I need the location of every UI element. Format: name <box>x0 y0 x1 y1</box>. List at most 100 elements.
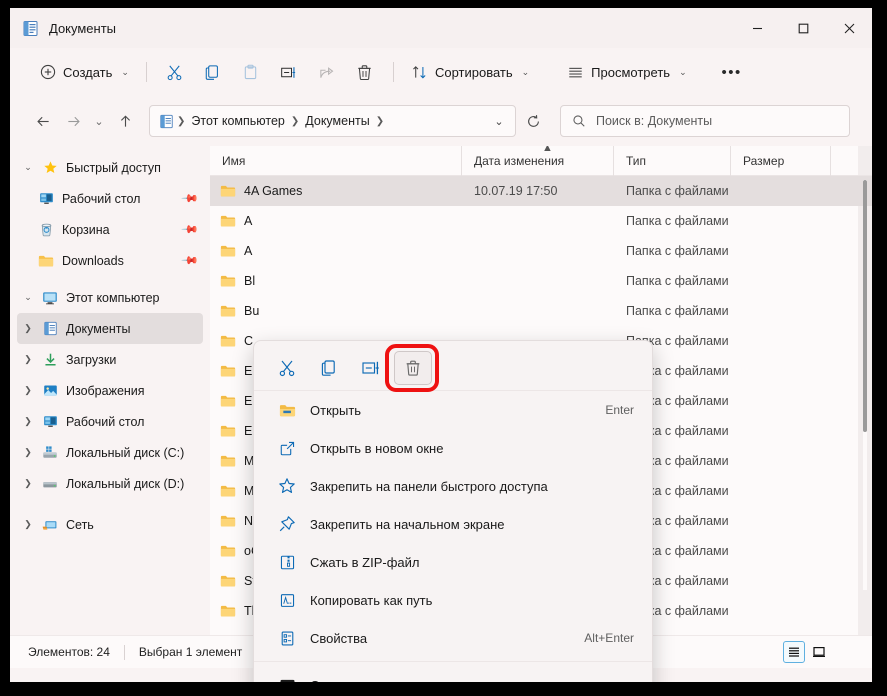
file-name: 4A Games <box>244 184 303 198</box>
sidebar-group-network[interactable]: ❯ Сеть <box>17 509 203 540</box>
rename-button[interactable] <box>270 56 308 88</box>
context-cut-button[interactable] <box>268 351 306 385</box>
context-menu-item[interactable]: Сжать в ZIP-файл <box>258 543 648 581</box>
folder-icon <box>220 363 236 379</box>
chevron-right-icon[interactable]: ❯ <box>17 385 39 396</box>
paste-button[interactable] <box>232 56 270 88</box>
table-row[interactable]: Bl Папка с файлами <box>210 266 872 296</box>
column-header-type[interactable]: Тип <box>614 146 731 176</box>
sidebar-group-quick-access[interactable]: ⌄ Быстрый доступ <box>17 152 203 183</box>
context-menu-item[interactable]: Открыть в новом окне <box>258 429 648 467</box>
sidebar-group-this-pc[interactable]: ⌄ Этот компьютер <box>17 282 203 313</box>
delete-button[interactable] <box>346 56 384 88</box>
chevron-down-icon[interactable]: ⌄ <box>17 292 39 303</box>
breadcrumb-separator: ❯ <box>375 115 385 127</box>
sidebar-item-local-disk-c[interactable]: ❯ Локальный диск (C:) <box>17 437 203 468</box>
address-dropdown-button[interactable]: ⌄ <box>487 108 511 134</box>
sidebar-item-downloads-pinned[interactable]: Downloads 📌 <box>17 245 203 276</box>
sidebar-item-downloads[interactable]: ❯ Загрузки <box>17 344 203 375</box>
cell-type: Папка с файлами <box>626 184 729 198</box>
chevron-right-icon[interactable]: ❯ <box>17 519 39 530</box>
title-bar: Документы <box>10 8 872 48</box>
file-name: N <box>244 514 254 528</box>
up-button[interactable] <box>110 106 140 136</box>
breadcrumb-this-pc[interactable]: Этот компьютер <box>188 114 287 128</box>
file-name: Bu <box>244 304 260 318</box>
column-header-date[interactable]: Дата изменения <box>462 146 614 176</box>
breadcrumb-documents[interactable]: Документы <box>302 114 372 128</box>
minimize-button[interactable] <box>734 8 780 48</box>
maximize-button[interactable] <box>780 8 826 48</box>
context-menu-item[interactable]: Свойства Alt+Enter <box>258 619 648 657</box>
view-button[interactable]: Просмотреть ⌄ <box>559 56 694 88</box>
cut-button[interactable] <box>156 56 194 88</box>
main-body: ⌄ Быстрый доступ Рабочий стол 📌 Корзина … <box>10 146 872 682</box>
more-options-button[interactable]: ••• <box>713 56 751 88</box>
sidebar-item-pictures[interactable]: ❯ Изображения <box>17 375 203 406</box>
bezel-left <box>0 0 10 696</box>
refresh-button[interactable] <box>518 106 548 136</box>
context-copy-button[interactable] <box>310 351 348 385</box>
breadcrumb-separator: ❯ <box>290 115 300 127</box>
context-menu-item[interactable]: Открыть в терминале <box>258 666 648 682</box>
pictures-icon <box>39 383 61 398</box>
column-headers: Имя Дата изменения Тип Размер ▲ <box>210 146 872 176</box>
terminal-icon <box>276 677 298 682</box>
documents-icon <box>39 321 61 336</box>
chevron-right-icon[interactable]: ❯ <box>17 416 39 427</box>
table-row[interactable]: 4A Games 10.07.19 17:50 Папка с файлами <box>210 176 872 206</box>
sort-button[interactable]: Сортировать ⌄ <box>403 56 537 88</box>
large-icons-view-button[interactable] <box>808 641 830 663</box>
chevron-right-icon[interactable]: ❯ <box>17 478 39 489</box>
command-bar: Создать ⌄ Сортировать ⌄ Просмотреть ⌄ ••… <box>10 48 872 96</box>
folder-icon <box>220 303 236 319</box>
bezel-top <box>0 0 887 8</box>
search-box[interactable]: Поиск в: Документы <box>560 105 850 137</box>
desktop-icon <box>39 414 61 429</box>
chevron-down-icon[interactable]: ⌄ <box>17 162 39 173</box>
copy-button[interactable] <box>194 56 232 88</box>
column-label: Размер <box>743 153 785 168</box>
copy-path-icon <box>276 592 298 609</box>
context-menu-item[interactable]: Открыть Enter <box>258 391 648 429</box>
sidebar-item-desktop[interactable]: Рабочий стол 📌 <box>17 183 203 214</box>
table-row[interactable]: A Папка с файлами <box>210 236 872 266</box>
address-bar[interactable]: ❯ Этот компьютер ❯ Документы ❯ ⌄ <box>149 105 516 137</box>
chevron-right-icon[interactable]: ❯ <box>17 354 39 365</box>
context-menu-item[interactable]: Копировать как путь <box>258 581 648 619</box>
file-name: A <box>244 214 253 228</box>
context-rename-button[interactable] <box>352 351 390 385</box>
chevron-right-icon[interactable]: ❯ <box>17 323 39 334</box>
folder-icon <box>220 483 236 499</box>
sidebar-item-local-disk-d[interactable]: ❯ Локальный диск (D:) <box>17 468 203 499</box>
table-row[interactable]: Bu Папка с файлами <box>210 296 872 326</box>
folder-icon <box>220 213 236 229</box>
sort-icon <box>411 64 428 81</box>
sidebar-item-recycle-bin[interactable]: Корзина 📌 <box>17 214 203 245</box>
share-button[interactable] <box>308 56 346 88</box>
context-menu-item-label: Открыть <box>310 402 362 418</box>
context-menu-item[interactable]: Закрепить на начальном экране <box>258 505 648 543</box>
sidebar-item-label: Документы <box>66 321 131 336</box>
context-delete-button[interactable] <box>385 343 439 392</box>
back-button[interactable] <box>28 106 58 136</box>
close-button[interactable] <box>826 8 872 48</box>
table-row[interactable]: A Папка с файлами <box>210 206 872 236</box>
windows-drive-icon <box>39 445 61 461</box>
column-header-name[interactable]: Имя <box>210 146 462 176</box>
scrollbar-thumb[interactable] <box>863 180 867 432</box>
forward-button[interactable] <box>58 106 88 136</box>
recent-locations-button[interactable]: ⌄ <box>88 106 110 136</box>
chevron-right-icon[interactable]: ❯ <box>17 447 39 458</box>
context-menu-item[interactable]: Закрепить на панели быстрого доступа <box>258 467 648 505</box>
new-button[interactable]: Создать ⌄ <box>32 56 137 88</box>
pin-icon: 📌 <box>180 251 199 270</box>
details-view-button[interactable] <box>783 641 805 663</box>
bezel-bottom <box>0 682 887 696</box>
column-header-size[interactable]: Размер <box>731 146 831 176</box>
sidebar-item-label: Рабочий стол <box>62 191 141 206</box>
item-count: Элементов: 24 <box>28 645 110 659</box>
sidebar-item-desktop-pc[interactable]: ❯ Рабочий стол <box>17 406 203 437</box>
vertical-scrollbar[interactable] <box>863 180 867 590</box>
sidebar-item-documents[interactable]: ❯ Документы <box>17 313 203 344</box>
